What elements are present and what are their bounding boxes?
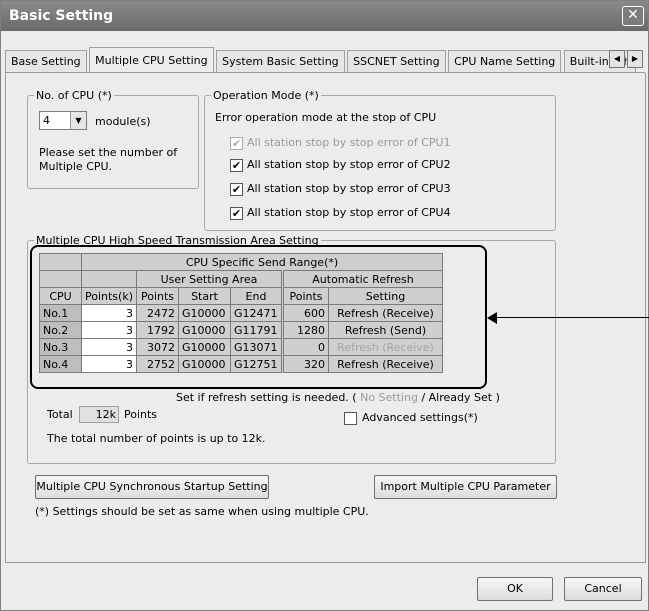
already-set-legend: Already Set <box>428 391 493 404</box>
tab-base-setting[interactable]: Base Setting <box>5 50 87 72</box>
refresh-note: Set if refresh setting is needed. ( No S… <box>176 391 500 404</box>
callout-arrow-line <box>490 317 649 318</box>
title-bar: Basic Setting <box>1 1 648 31</box>
close-icon[interactable]: ✕ <box>627 7 639 23</box>
cpu4-stop-label: All station stop by stop error of CPU4 <box>247 206 451 219</box>
total-points-field: 12k <box>79 406 119 423</box>
advanced-settings-checkbox[interactable] <box>344 412 357 425</box>
callout-arrow-icon <box>487 312 497 324</box>
import-cpu-parameter-button[interactable]: Import Multiple CPU Parameter <box>374 475 557 499</box>
operation-mode-legend: Operation Mode (*) <box>213 89 319 102</box>
operation-mode-subtitle: Error operation mode at the stop of CPU <box>215 111 437 124</box>
cancel-button[interactable]: Cancel <box>564 577 642 601</box>
total-label: Total <box>47 408 73 421</box>
chevron-down-icon[interactable]: ▼ <box>70 112 86 129</box>
refresh-note-prefix: Set if refresh setting is needed. ( <box>176 391 357 404</box>
no-of-cpu-group: No. of CPU (*) <box>27 89 199 189</box>
tab-built-in-ethernet[interactable]: Built-in Eth <box>563 50 637 72</box>
tab-scroll-left-icon[interactable]: ◀ <box>609 50 625 68</box>
tab-strip: Base Setting Multiple CPU Setting System… <box>5 47 645 73</box>
settings-footnote: (*) Settings should be set as same when … <box>35 505 369 518</box>
cpu2-stop-checkbox[interactable]: ✔ <box>230 159 243 172</box>
cpu3-stop-checkbox[interactable]: ✔ <box>230 183 243 196</box>
cpu1-stop-label: All station stop by stop error of CPU1 <box>247 136 451 149</box>
tab-system-basic-setting[interactable]: System Basic Setting <box>216 50 345 72</box>
tab-multiple-cpu-setting[interactable]: Multiple CPU Setting <box>89 47 214 72</box>
sync-startup-button[interactable]: Multiple CPU Synchronous Startup Setting <box>35 475 269 499</box>
cpu-count-unit: module(s) <box>95 115 151 128</box>
cpu-count-hint-2: Multiple CPU. <box>39 160 113 173</box>
close-button[interactable]: ✕ <box>622 6 644 26</box>
tab-cpu-name-setting[interactable]: CPU Name Setting <box>448 50 562 72</box>
ok-button[interactable]: OK <box>477 577 553 601</box>
cpu4-stop-checkbox[interactable]: ✔ <box>230 207 243 220</box>
no-of-cpu-legend: No. of CPU (*) <box>36 89 112 102</box>
advanced-settings-label: Advanced settings(*) <box>362 411 478 424</box>
cpu-count-select[interactable]: 4 ▼ <box>39 111 87 130</box>
points-limit-note: The total number of points is up to 12k. <box>47 432 266 445</box>
window-title: Basic Setting <box>9 8 114 24</box>
refresh-note-suffix: ) <box>495 391 500 404</box>
cpu1-stop-checkbox[interactable]: ✔ <box>230 137 243 150</box>
tab-scroll-right-icon[interactable]: ▶ <box>627 50 643 68</box>
no-setting-legend: No Setting <box>360 391 418 404</box>
table-highlight-frame <box>30 245 487 389</box>
legend-slash: / <box>421 391 426 404</box>
cpu3-stop-label: All station stop by stop error of CPU3 <box>247 182 451 195</box>
tab-sscnet-setting[interactable]: SSCNET Setting <box>347 50 446 72</box>
cpu-count-value: 4 <box>43 114 50 127</box>
cpu2-stop-label: All station stop by stop error of CPU2 <box>247 158 451 171</box>
basic-setting-dialog: Basic Setting ✕ Base Setting Multiple CP… <box>0 0 649 611</box>
total-unit: Points <box>124 408 158 421</box>
cpu-count-hint-1: Please set the number of <box>39 146 178 159</box>
